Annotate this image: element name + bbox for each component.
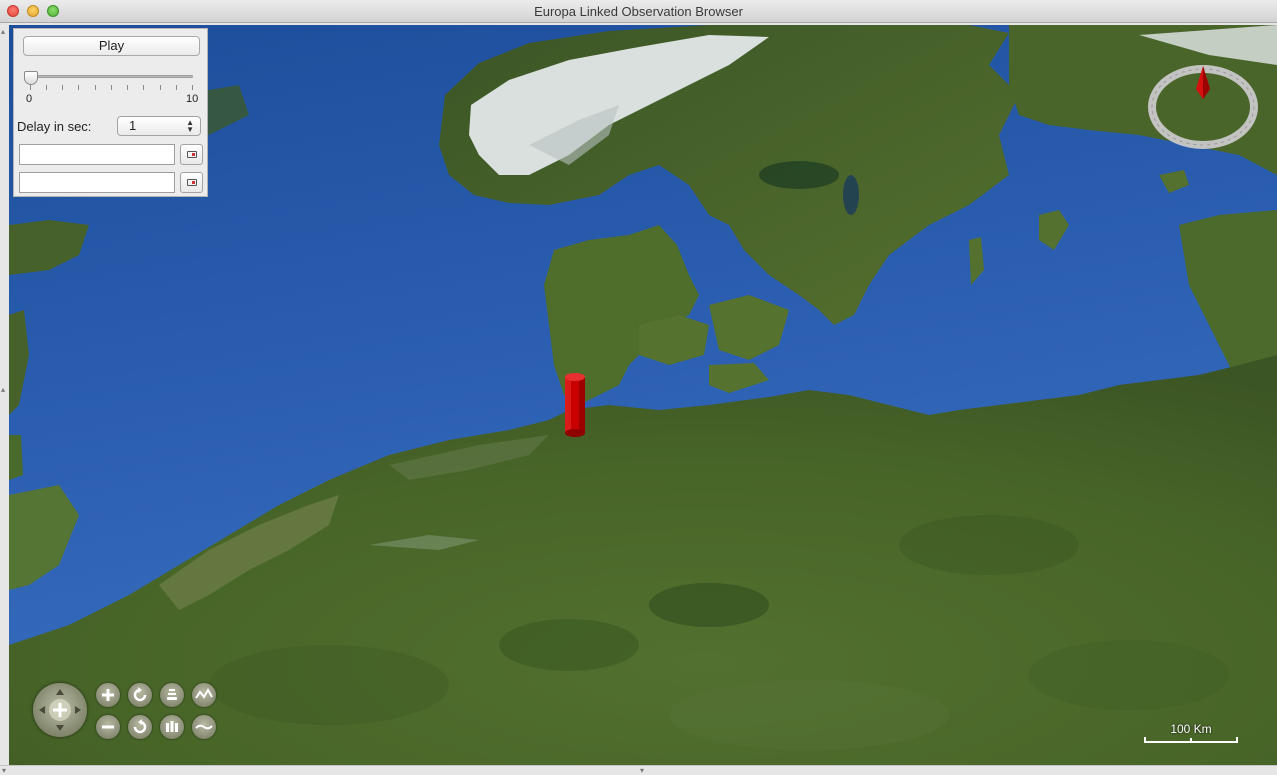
slider-max-label: 10 <box>186 93 199 105</box>
calendar-icon <box>187 151 197 158</box>
play-button[interactable]: Play <box>23 36 200 56</box>
pan-control[interactable] <box>33 683 87 737</box>
plus-icon <box>102 689 114 701</box>
rotate-left-icon <box>133 687 147 702</box>
terrain-up-icon <box>195 687 213 699</box>
window-title: Europa Linked Observation Browser <box>534 4 743 19</box>
start-date-field[interactable] <box>19 144 175 165</box>
time-slider-track[interactable] <box>30 75 193 78</box>
rotate-right-icon <box>133 719 147 734</box>
start-date-picker-button[interactable] <box>180 144 203 165</box>
minus-icon <box>102 725 114 729</box>
chevron-up-icon: ▴ <box>1 385 6 394</box>
scale-label: 100 Km <box>1170 722 1212 736</box>
left-gutter: ▴ ▴ <box>0 23 9 768</box>
observation-marker[interactable] <box>565 373 585 437</box>
time-slider-thumb[interactable] <box>24 71 38 85</box>
chevron-down-icon: ▾ <box>2 766 7 775</box>
slider-min-label: 0 <box>26 93 33 105</box>
exaggeration-up-button[interactable] <box>192 683 216 707</box>
stepper-arrows-icon[interactable]: ▲ ▼ <box>186 119 194 134</box>
bottom-gutter: ▾ ▾ <box>0 765 1277 775</box>
exaggeration-down-button[interactable] <box>192 715 216 739</box>
pan-arrows-icon <box>39 689 81 731</box>
title-bar: Europa Linked Observation Browser <box>0 0 1277 23</box>
end-date-field[interactable] <box>19 172 175 193</box>
chevron-up-icon: ▴ <box>1 27 6 36</box>
playback-panel: Play 0 10 Delay in sec: 1 ▲ ▼ <box>13 28 208 197</box>
chevron-down-icon: ▾ <box>640 766 645 775</box>
app-window: Europa Linked Observation Browser ▴ ▴ 10… <box>0 0 1277 775</box>
tilt-up-icon <box>167 689 177 700</box>
tilt-down-button[interactable] <box>160 715 184 739</box>
calendar-icon <box>187 179 197 186</box>
zoom-out-button[interactable] <box>96 715 120 739</box>
delay-stepper[interactable]: 1 ▲ ▼ <box>117 116 201 136</box>
scale-bar: 100 Km <box>1144 722 1238 743</box>
rotate-left-button[interactable] <box>128 683 152 707</box>
delay-value: 1 <box>129 118 137 133</box>
slider-ticks <box>30 85 193 91</box>
terrain-down-icon <box>195 724 213 730</box>
tilt-up-button[interactable] <box>160 683 184 707</box>
scale-bar-tick <box>1190 738 1192 742</box>
tilt-down-icon <box>166 721 178 732</box>
zoom-in-button[interactable] <box>96 683 120 707</box>
end-date-picker-button[interactable] <box>180 172 203 193</box>
delay-label: Delay in sec: <box>17 119 92 134</box>
rotate-right-button[interactable] <box>128 715 152 739</box>
